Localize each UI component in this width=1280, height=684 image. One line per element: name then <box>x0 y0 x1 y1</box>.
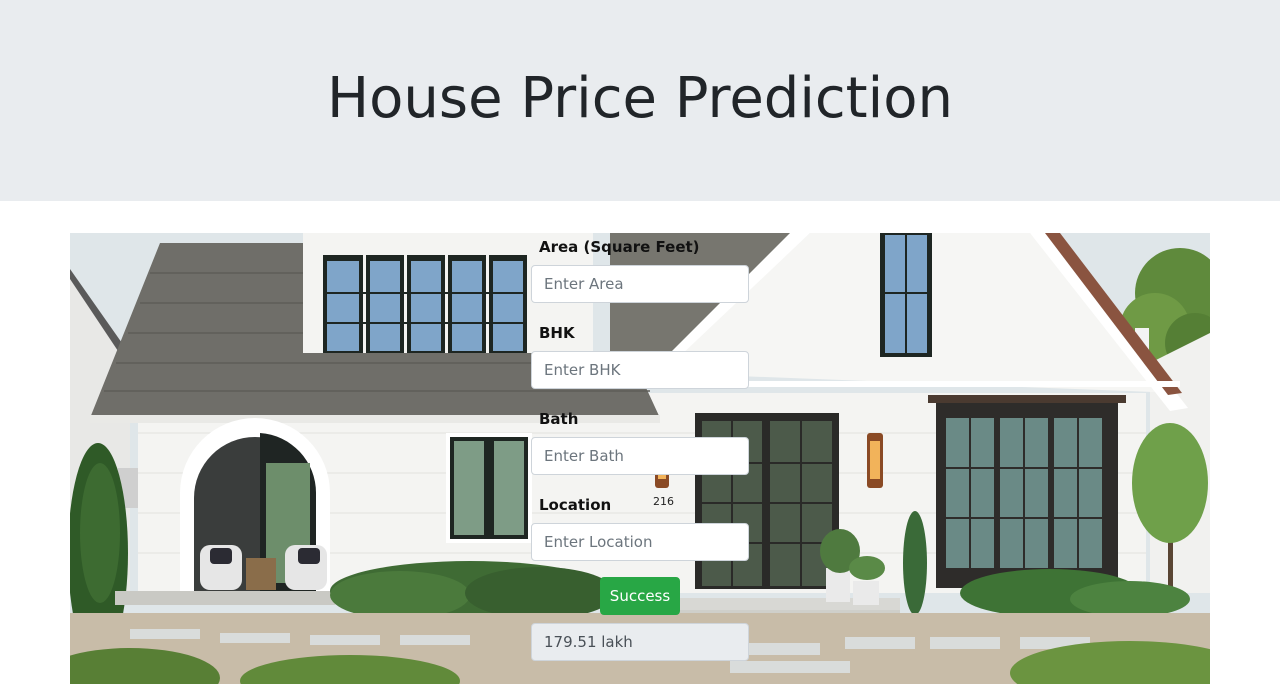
bhk-label: BHK <box>539 324 575 342</box>
area-label: Area (Square Feet) <box>539 238 700 256</box>
bhk-input[interactable] <box>531 351 749 389</box>
bath-label: Bath <box>539 410 579 428</box>
location-input[interactable] <box>531 523 749 561</box>
bath-input[interactable] <box>531 437 749 475</box>
predicted-price-output: 179.51 lakh <box>531 623 749 661</box>
location-label: Location <box>539 496 612 514</box>
page-title: House Price Prediction <box>327 66 953 131</box>
area-input[interactable] <box>531 265 749 303</box>
prediction-form: Area (Square Feet) BHK Bath Location Suc… <box>531 233 749 684</box>
header-jumbotron: House Price Prediction <box>0 0 1280 201</box>
success-button[interactable]: Success <box>600 577 680 615</box>
